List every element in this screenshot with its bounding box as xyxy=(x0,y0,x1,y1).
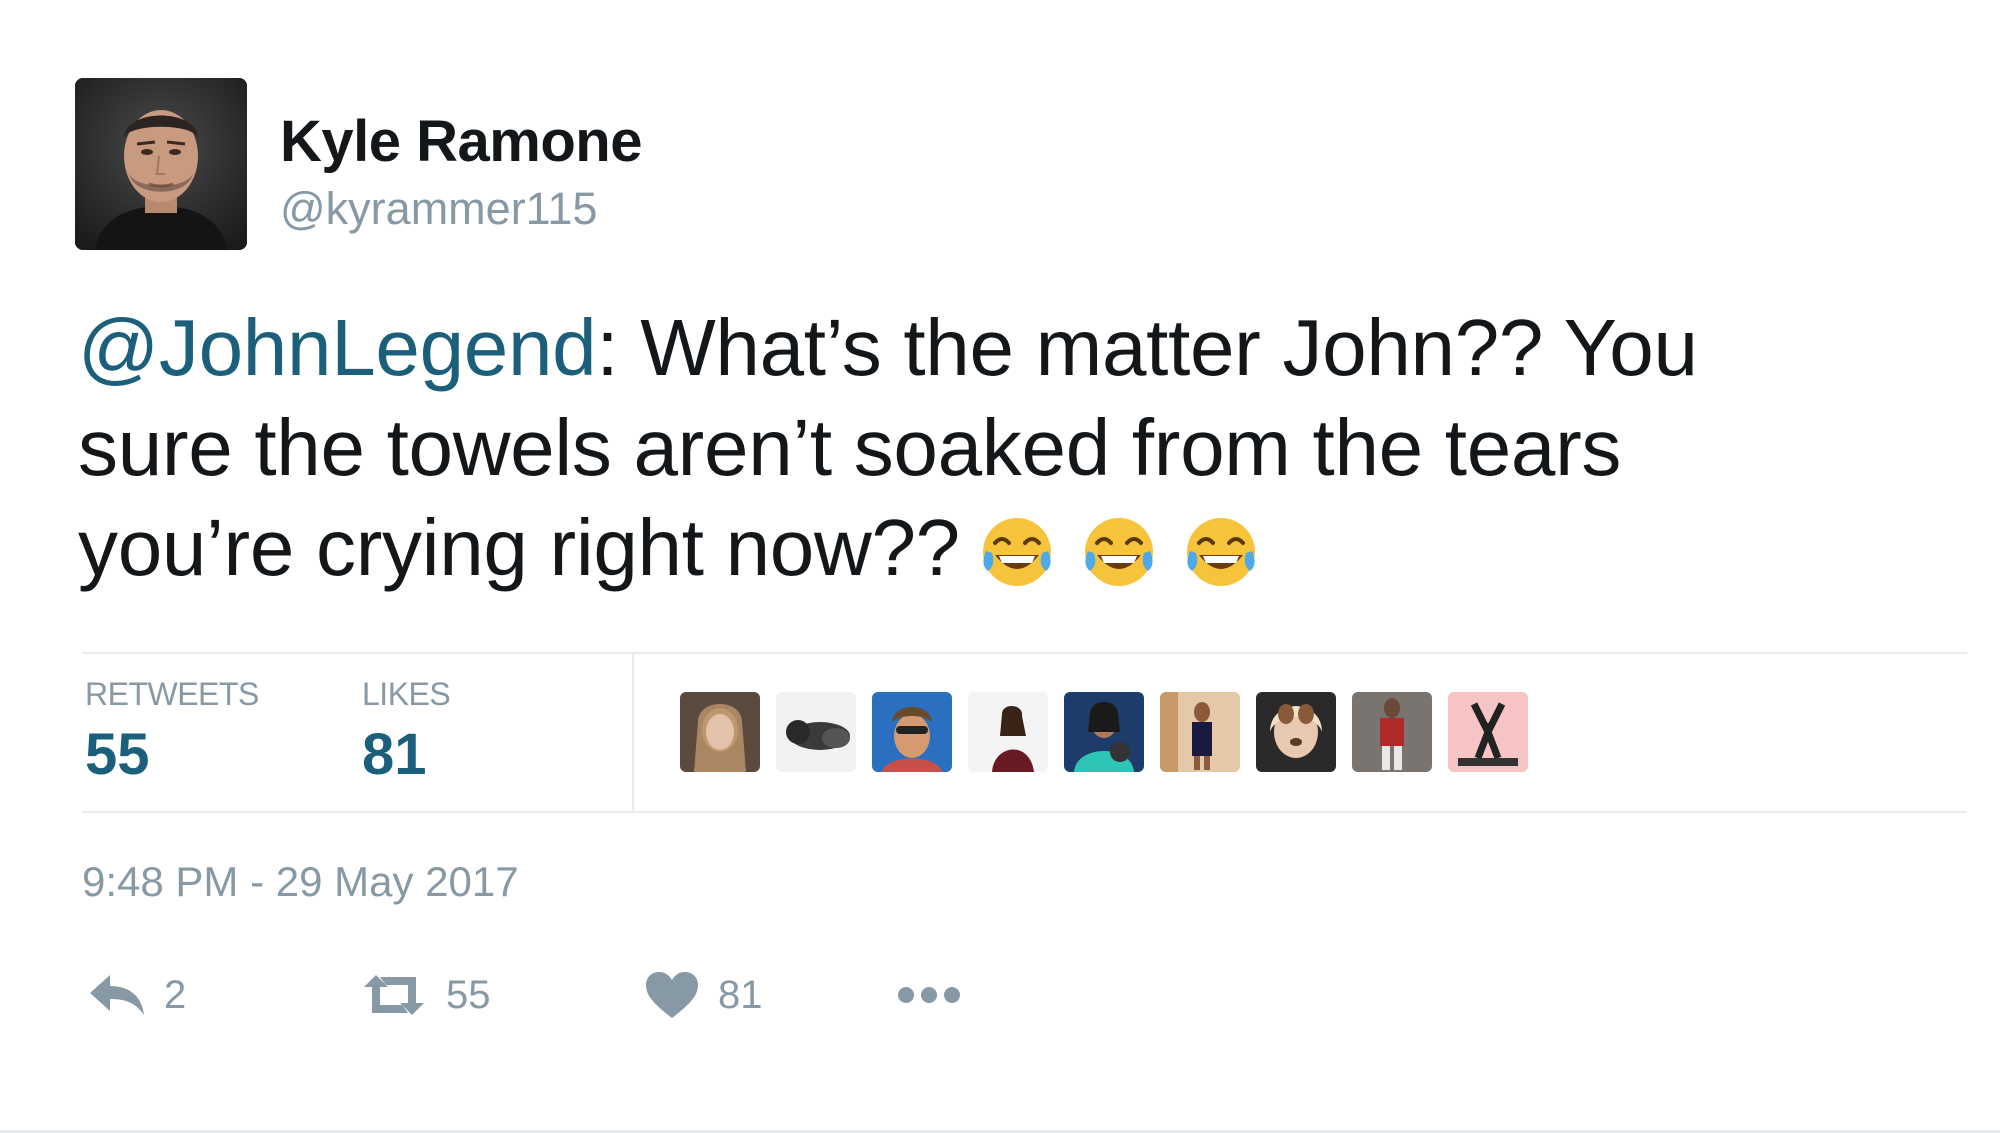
tweet-line-1: @JohnLegend: What’s the matter John?? Yo… xyxy=(78,298,1958,398)
tweet-line-3-text: you’re crying right now?? xyxy=(78,503,960,592)
tweet-line-3: you’re crying right now?? xyxy=(78,498,1958,604)
like-count: 81 xyxy=(718,972,763,1017)
stats-divider xyxy=(632,654,634,811)
likes-label: LIKES xyxy=(362,676,451,712)
liker-avatar[interactable] xyxy=(1064,692,1144,772)
retweet-icon xyxy=(364,975,424,1015)
heart-icon xyxy=(646,972,698,1018)
liker-avatar[interactable] xyxy=(1160,692,1240,772)
face-with-tears-of-joy-icon xyxy=(1182,513,1260,591)
emoji-row xyxy=(978,496,1284,596)
retweets-value: 55 xyxy=(85,722,150,787)
retweets-stat[interactable]: RETWEETS 55 xyxy=(85,676,259,788)
likes-stat[interactable]: LIKES 81 xyxy=(362,676,451,788)
retweet-count: 55 xyxy=(446,972,491,1017)
reply-button[interactable]: 2 xyxy=(88,960,186,1030)
mention-link[interactable]: @JohnLegend xyxy=(78,303,597,392)
face-with-tears-of-joy-icon xyxy=(978,513,1056,591)
author-handle[interactable]: @kyrammer115 xyxy=(280,183,597,235)
retweets-label: RETWEETS xyxy=(85,676,259,712)
reply-count: 2 xyxy=(164,972,187,1017)
retweet-button[interactable]: 55 xyxy=(360,960,491,1030)
like-button[interactable]: 81 xyxy=(644,960,763,1030)
reply-icon xyxy=(90,975,144,1015)
author-avatar[interactable] xyxy=(75,78,247,250)
liker-avatar[interactable] xyxy=(776,692,856,772)
author-display-name[interactable]: Kyle Ramone xyxy=(280,108,642,175)
tweet-timestamp[interactable]: 9:48 PM - 29 May 2017 xyxy=(82,858,519,906)
tweet-text: @JohnLegend: What’s the matter John?? Yo… xyxy=(78,298,1958,604)
tweet-line-2: sure the towels aren’t soaked from the t… xyxy=(78,403,1622,492)
more-icon xyxy=(898,987,960,1003)
tweet-line-1-text: : What’s the matter John?? You xyxy=(596,303,1698,392)
face-with-tears-of-joy-icon xyxy=(1080,513,1158,591)
more-options-button[interactable] xyxy=(896,960,962,1030)
liker-avatar[interactable] xyxy=(872,692,952,772)
liker-avatar[interactable] xyxy=(1448,692,1528,772)
likers-avatar-row xyxy=(680,692,1544,772)
engagement-stats: RETWEETS 55 LIKES 81 xyxy=(82,652,1967,813)
liker-avatar[interactable] xyxy=(680,692,760,772)
profile-photo-icon xyxy=(75,78,247,250)
liker-avatar[interactable] xyxy=(1352,692,1432,772)
liker-avatar[interactable] xyxy=(968,692,1048,772)
liker-avatar[interactable] xyxy=(1256,692,1336,772)
likes-value: 81 xyxy=(362,722,427,787)
